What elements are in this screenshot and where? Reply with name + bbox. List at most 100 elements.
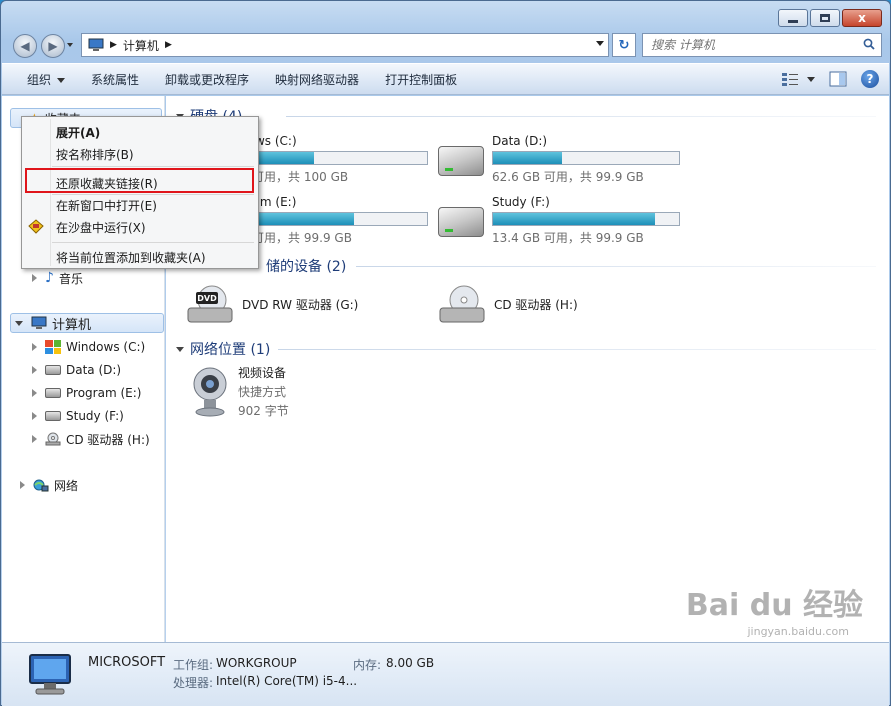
drive-name: dows (C:) (240, 134, 297, 148)
search-input[interactable] (643, 34, 853, 56)
menu-separator (52, 166, 254, 167)
drive-usage-bar (240, 212, 428, 226)
drive-name: Study (F:) (492, 195, 550, 209)
organize-button[interactable]: 组织 (2, 71, 78, 88)
expand-arrow-icon[interactable] (32, 389, 37, 397)
nav-drive-h[interactable]: CD 驱动器 (H:) (32, 429, 150, 449)
nav-drive-label: Windows (C:) (66, 340, 146, 354)
network-item-type: 快捷方式 (238, 385, 287, 399)
drive-free-space: B 可用，共 100 GB (240, 170, 349, 184)
uninstall-button[interactable]: 卸载或更改程序 (152, 71, 262, 88)
map-drive-button[interactable]: 映射网络驱动器 (262, 71, 372, 88)
nav-music-label: 音乐 (58, 271, 83, 286)
memory-value: 8.00 GB (386, 656, 435, 670)
nav-computer-label: 计算机 (52, 317, 92, 333)
collapse-arrow-icon[interactable] (15, 320, 23, 326)
webcam-icon (193, 367, 227, 417)
device-tile-cd[interactable]: CD 驱动器 (H:) (438, 282, 578, 326)
drive-tile-f[interactable]: Study (F:) 13.4 GB 可用，共 99.9 GB (438, 195, 680, 246)
memory-label: 内存: (353, 658, 382, 672)
maximize-button[interactable] (810, 9, 840, 27)
cd-drive-icon (45, 432, 61, 446)
baidu-watermark-url: jingyan.baidu.com (747, 625, 849, 638)
annotation-highlight-box (25, 168, 254, 193)
view-list-icon (782, 73, 798, 86)
expand-arrow-icon[interactable] (32, 274, 37, 282)
network-item-name: 视频设备 (238, 366, 287, 380)
nav-network[interactable]: 网络 (20, 475, 78, 495)
network-icon (33, 479, 49, 492)
nav-drive-d[interactable]: Data (D:) (32, 360, 121, 380)
group-network-locations[interactable]: 网络位置 (1) (176, 339, 270, 359)
nav-drive-label: Data (D:) (66, 363, 122, 377)
search-icon[interactable] (863, 38, 875, 50)
expand-arrow-icon[interactable] (32, 435, 37, 443)
menu-item-run-sandbox[interactable]: 在沙盘中运行(X) (56, 219, 146, 236)
network-item-video[interactable]: 视频设备 快捷方式 902 字节 (190, 364, 289, 419)
view-options-button[interactable] (781, 72, 815, 86)
nav-network-label: 网络 (54, 478, 79, 493)
control-panel-button[interactable]: 打开控制面板 (372, 71, 470, 88)
nav-drive-f[interactable]: Study (F:) (32, 406, 124, 426)
back-button[interactable]: ◀ (13, 34, 37, 58)
nav-drive-e[interactable]: Program (E:) (32, 383, 141, 403)
drive-free-space: 13.4 GB 可用，共 99.9 GB (492, 231, 644, 245)
menu-item-open-new-window[interactable]: 在新窗口中打开(E) (56, 197, 157, 214)
close-button[interactable]: x (842, 9, 882, 27)
computer-icon (31, 316, 47, 329)
minimize-button[interactable] (778, 9, 808, 27)
computer-icon (29, 654, 71, 695)
system-properties-button[interactable]: 系统属性 (78, 71, 152, 88)
chevron-down-icon (57, 77, 66, 83)
preview-pane-icon[interactable] (829, 71, 847, 87)
menu-item-expand[interactable]: 展开(A) (56, 124, 100, 141)
drive-free-space: B 可用，共 99.9 GB (240, 231, 352, 245)
arrow-right-icon: ▶ (48, 39, 58, 53)
device-name: CD 驱动器 (H:) (494, 297, 578, 312)
breadcrumb-chevron-icon[interactable]: ▶ (110, 40, 117, 50)
close-icon: x (858, 11, 866, 25)
history-dropdown-icon[interactable] (67, 43, 73, 47)
group-removable[interactable]: 储的设备 (2) (266, 256, 346, 276)
breadcrumb-computer[interactable]: 计算机 (123, 37, 159, 54)
explorer-window: x ◀ ▶ ▶ 计算机 ▶ ↻ 组织 系统属性 卸载或更改程序 映射网络驱动器 … (0, 0, 891, 706)
computer-name: MICROSOFT (88, 655, 166, 670)
minimize-icon (788, 19, 798, 23)
forward-button[interactable]: ▶ (41, 34, 65, 58)
nav-drive-c[interactable]: Windows (C:) (32, 337, 145, 357)
nav-computer[interactable]: 计算机 (10, 313, 164, 333)
dvd-drive-icon: DVD (187, 285, 233, 323)
menu-separator (52, 242, 254, 243)
address-dropdown-icon[interactable] (596, 41, 604, 46)
refresh-button[interactable]: ↻ (612, 33, 636, 57)
search-box[interactable] (642, 33, 882, 57)
nav-drive-label: Study (F:) (66, 409, 124, 423)
expand-arrow-icon[interactable] (32, 412, 37, 420)
drive-usage-bar (492, 212, 680, 226)
drive-free-space: 62.6 GB 可用，共 99.9 GB (492, 170, 644, 184)
caption-buttons: x (778, 9, 882, 27)
drive-tile-d[interactable]: Data (D:) 62.6 GB 可用，共 99.9 GB (438, 134, 680, 185)
expand-arrow-icon[interactable] (20, 481, 25, 489)
windows-drive-icon (45, 340, 61, 354)
expand-arrow-icon[interactable] (32, 366, 37, 374)
nav-music[interactable]: ♪ 音乐 (32, 268, 83, 288)
breadcrumb: ▶ 计算机 ▶ (82, 37, 172, 54)
hard-drive-icon (438, 207, 484, 237)
help-icon[interactable]: ? (861, 70, 879, 88)
expand-arrow-icon[interactable] (32, 343, 37, 351)
cpu-value: Intel(R) Core(TM) i5-4... (216, 674, 358, 688)
network-item-size: 902 字节 (238, 404, 289, 418)
baidu-watermark: Bai du 经验 (685, 588, 863, 623)
drive-name: Data (D:) (492, 134, 548, 148)
sandbox-icon (28, 219, 44, 234)
breadcrumb-chevron-icon[interactable]: ▶ (165, 40, 172, 50)
device-tile-dvd[interactable]: DVD DVD RW 驱动器 (G:) (186, 282, 358, 326)
address-bar[interactable]: ▶ 计算机 ▶ (81, 33, 609, 57)
collapse-arrow-icon[interactable] (176, 346, 184, 352)
nav-drive-label: Program (E:) (66, 386, 142, 400)
menu-item-add-to-favorites[interactable]: 将当前位置添加到收藏夹(A) (56, 249, 206, 266)
music-note-icon: ♪ (45, 270, 54, 286)
arrow-left-icon: ◀ (20, 39, 30, 53)
menu-item-sort-by-name[interactable]: 按名称排序(B) (56, 146, 134, 163)
